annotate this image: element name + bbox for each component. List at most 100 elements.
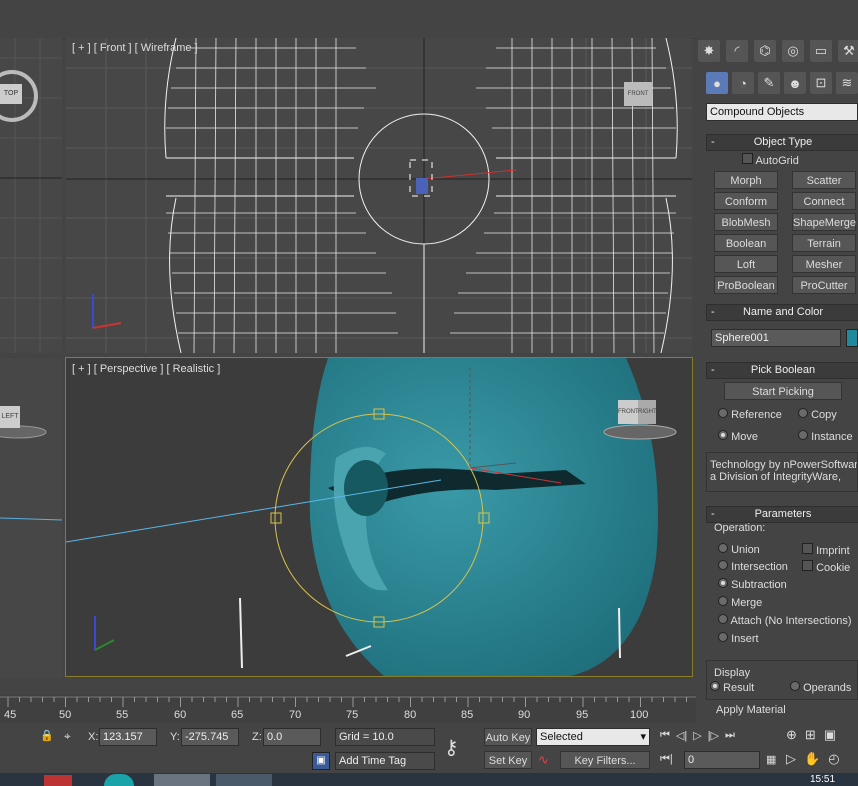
- terrain-button[interactable]: Terrain: [792, 234, 856, 252]
- zoom-icon[interactable]: ⊕: [786, 727, 797, 743]
- key-filters-button[interactable]: Key Filters...: [560, 751, 650, 769]
- category-select[interactable]: Compound Objects: [706, 103, 858, 121]
- cameras-icon[interactable]: ☻: [784, 72, 806, 94]
- front-viewport-label[interactable]: [ + ] [ Front ] [ Wireframe ]: [72, 42, 198, 54]
- name-color-rollout-header[interactable]: - Name and Color: [706, 304, 858, 321]
- time-ruler[interactable]: 45 50 55 60 65 70 75 80 85 90 95 100: [0, 695, 696, 723]
- taskbar-app-icon[interactable]: [104, 774, 134, 786]
- field-of-view-icon[interactable]: ▷: [786, 751, 796, 767]
- curve-icon[interactable]: ∿: [538, 752, 549, 768]
- tick-label: 100: [630, 709, 649, 721]
- lights-icon[interactable]: ✎: [758, 72, 780, 94]
- geometry-icon[interactable]: ●: [706, 72, 728, 94]
- viewcube-persp-front[interactable]: FRONT: [618, 400, 639, 424]
- display-tab-icon[interactable]: ▭: [810, 40, 832, 62]
- orbit-icon[interactable]: ◴: [828, 751, 839, 767]
- object-type-rollout-header[interactable]: - Object Type: [706, 134, 858, 151]
- mesher-button[interactable]: Mesher: [792, 255, 856, 273]
- zoom-all-icon[interactable]: ⊞: [805, 727, 816, 743]
- scatter-button[interactable]: Scatter: [792, 171, 856, 189]
- go-to-end-icon[interactable]: ⏭: [725, 729, 735, 742]
- z-coordinate-field[interactable]: 0.0: [263, 728, 321, 746]
- set-key-button[interactable]: Set Key: [484, 751, 532, 769]
- top-viewport[interactable]: TOP: [0, 38, 62, 353]
- os-taskbar: 15:51: [0, 773, 858, 786]
- left-viewport[interactable]: LEFT: [0, 358, 62, 678]
- lock-icon[interactable]: 🔒: [40, 729, 54, 742]
- utilities-tab-icon[interactable]: ⚒: [838, 40, 858, 62]
- taskbar-app-icon[interactable]: [216, 774, 272, 786]
- shapemerge-button[interactable]: ShapeMerge: [792, 213, 856, 231]
- add-time-tag-button[interactable]: Add Time Tag: [335, 752, 435, 770]
- play-icon[interactable]: ▷: [693, 729, 701, 742]
- merge-radio[interactable]: Merge: [718, 596, 762, 609]
- subtraction-radio[interactable]: Subtraction: [718, 578, 787, 591]
- conform-button[interactable]: Conform: [714, 192, 778, 210]
- key-selection-dropdown[interactable]: Selected ▾: [536, 728, 650, 746]
- move-radio[interactable]: Move: [718, 430, 758, 443]
- helpers-icon[interactable]: ⊡: [810, 72, 832, 94]
- intersection-radio[interactable]: Intersection: [718, 560, 788, 573]
- x-coordinate-field[interactable]: 123.157: [99, 728, 157, 746]
- proboolean-button[interactable]: ProBoolean: [714, 276, 778, 294]
- object-name-input[interactable]: Sphere001: [711, 329, 841, 347]
- previous-frame-icon[interactable]: ◁|: [676, 729, 687, 742]
- viewcube-left[interactable]: LEFT: [0, 406, 20, 428]
- time-config-icon[interactable]: ▦: [766, 753, 776, 766]
- shapes-icon[interactable]: ◔: [732, 72, 754, 94]
- union-radio[interactable]: Union: [718, 543, 760, 556]
- credit-line-1: Technology by nPowerSoftware: [710, 459, 858, 471]
- copy-radio[interactable]: Copy: [798, 408, 837, 421]
- autogrid-checkbox[interactable]: AutoGrid: [742, 153, 799, 167]
- viewcube-top[interactable]: TOP: [0, 84, 22, 104]
- object-color-swatch[interactable]: [846, 329, 858, 347]
- motion-tab-icon[interactable]: ◎: [782, 40, 804, 62]
- instance-radio[interactable]: Instance: [798, 430, 853, 443]
- transform-mode-icon[interactable]: ⌖: [64, 729, 71, 744]
- display-result-radio[interactable]: Result: [710, 681, 754, 694]
- current-frame-field[interactable]: 0: [684, 751, 760, 769]
- viewcube-front[interactable]: FRONT: [624, 82, 652, 106]
- connect-button[interactable]: Connect: [792, 192, 856, 210]
- boolean-button[interactable]: Boolean: [714, 234, 778, 252]
- blobmesh-button[interactable]: BlobMesh: [714, 213, 778, 231]
- next-frame-icon[interactable]: |▷: [708, 729, 719, 742]
- loft-button[interactable]: Loft: [714, 255, 778, 273]
- pan-icon[interactable]: ✋: [804, 751, 820, 767]
- taskbar-app-icon[interactable]: [154, 774, 210, 786]
- y-coordinate-field[interactable]: -275.745: [181, 728, 239, 746]
- spacewarps-icon[interactable]: ≋: [836, 72, 858, 94]
- tick-label: 45: [4, 709, 17, 721]
- pick-boolean-rollout-header[interactable]: - Pick Boolean: [706, 362, 858, 379]
- create-tab-icon[interactable]: ✸: [698, 40, 720, 62]
- auto-key-button[interactable]: Auto Key: [484, 728, 532, 746]
- reference-radio[interactable]: Reference: [718, 408, 782, 421]
- start-picking-button[interactable]: Start Picking: [724, 382, 842, 400]
- playback-controls: ⏮ ◁| ▷ |▷ ⏭: [660, 729, 735, 742]
- modify-tab-icon[interactable]: ◜: [726, 40, 748, 62]
- set-key-mode-icon[interactable]: ⚷: [444, 735, 459, 760]
- time-tag-icon[interactable]: ▣: [312, 752, 330, 770]
- perspective-viewport-label[interactable]: [ + ] [ Perspective ] [ Realistic ]: [72, 363, 220, 375]
- tick-label: 95: [576, 709, 589, 721]
- morph-button[interactable]: Morph: [714, 171, 778, 189]
- perspective-viewport[interactable]: [ + ] [ Perspective ] [ Realistic ] FRON…: [65, 357, 693, 677]
- front-viewport[interactable]: [ + ] [ Front ] [ Wireframe ] FRONT: [66, 38, 692, 353]
- parameters-rollout-header[interactable]: - Parameters: [706, 506, 858, 523]
- hierarchy-tab-icon[interactable]: ⌬: [754, 40, 776, 62]
- create-category-icons: ● ◔ ✎ ☻ ⊡ ≋: [706, 72, 858, 94]
- taskbar-app-icon[interactable]: [44, 775, 72, 786]
- insert-radio[interactable]: Insert: [718, 632, 759, 645]
- tick-label: 90: [518, 709, 531, 721]
- display-operands-radio[interactable]: Operands: [790, 681, 851, 694]
- viewport-nav-controls-2: ▷ ✋ ◴: [786, 751, 840, 767]
- go-to-start-icon[interactable]: ⏮: [660, 729, 670, 742]
- cookie-checkbox[interactable]: Cookie: [802, 560, 850, 574]
- viewcube-persp-right[interactable]: RIGHT: [638, 400, 657, 424]
- zoom-extents-icon[interactable]: ▣: [824, 727, 836, 743]
- attach-radio[interactable]: Attach (No Intersections): [718, 614, 852, 627]
- imprint-checkbox[interactable]: Imprint: [802, 543, 850, 557]
- key-mode-icon[interactable]: ⏮|: [660, 753, 673, 766]
- procutter-button[interactable]: ProCutter: [792, 276, 856, 294]
- credit-box: Technology by nPowerSoftware a Division …: [706, 452, 858, 492]
